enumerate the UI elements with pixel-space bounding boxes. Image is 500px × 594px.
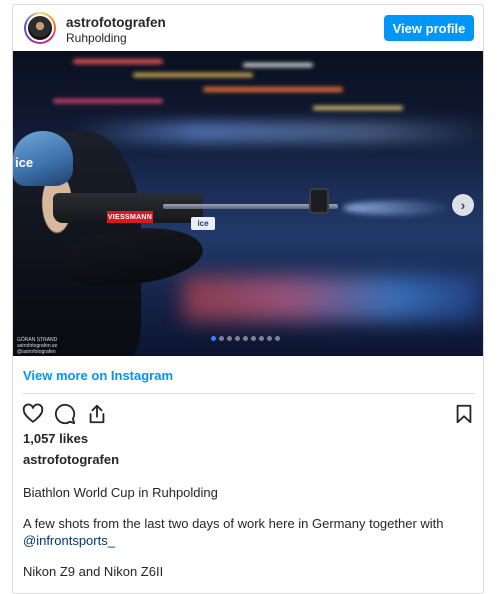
- share-icon: [89, 404, 105, 424]
- location[interactable]: Ruhpolding: [66, 31, 127, 45]
- bokeh-light: [313, 106, 403, 110]
- like-button[interactable]: [21, 402, 45, 426]
- helmet-text: ice: [15, 155, 34, 170]
- bookmark-icon: [456, 404, 472, 424]
- view-profile-button[interactable]: View profile: [384, 15, 474, 41]
- muzzle-smoke: [343, 201, 453, 215]
- avatar-image: [26, 14, 54, 42]
- likes-count[interactable]: 1,057 likes: [23, 431, 88, 446]
- carousel-dot: [227, 336, 232, 341]
- caption-body: A few shots from the last two days of wo…: [23, 516, 444, 531]
- sponsor-logo: VIESSMANN: [107, 211, 153, 223]
- bottom-glow: [183, 276, 483, 321]
- caption-title: Biathlon World Cup in Ruhpolding: [23, 485, 218, 500]
- post-photo[interactable]: ice VIESSMANN ice GÖRAN STRAND astrofoto…: [13, 51, 483, 356]
- caption-username[interactable]: astrofotografen: [23, 452, 119, 467]
- ice-tag: ice: [191, 217, 215, 230]
- carousel-dots: [211, 336, 280, 341]
- chevron-right-icon[interactable]: ›: [452, 194, 474, 216]
- bokeh-light: [53, 99, 163, 103]
- action-bar: [13, 402, 483, 428]
- photo-credit: GÖRAN STRAND astrofotografen.se @astrofo…: [17, 337, 57, 355]
- comment-icon: [54, 403, 76, 425]
- bokeh-light: [73, 59, 163, 64]
- comment-button[interactable]: [53, 402, 77, 426]
- instagram-embed-card: astrofotografen Ruhpolding View profile …: [12, 4, 484, 594]
- bokeh-light: [203, 87, 343, 92]
- carousel-dot: [219, 336, 224, 341]
- post-header: astrofotografen Ruhpolding View profile: [13, 5, 483, 51]
- carousel-dot: [243, 336, 248, 341]
- carousel-dot: [251, 336, 256, 341]
- caption-gear: Nikon Z9 and Nikon Z6II: [23, 564, 164, 579]
- carousel-dot: [275, 336, 280, 341]
- carousel-dot: [235, 336, 240, 341]
- heart-icon: [22, 403, 44, 423]
- view-more-link[interactable]: View more on Instagram: [23, 368, 173, 383]
- username[interactable]: astrofotografen: [66, 15, 166, 30]
- save-button[interactable]: [452, 402, 476, 426]
- carousel-dot: [259, 336, 264, 341]
- bokeh-light: [133, 73, 253, 77]
- divider: [23, 393, 475, 394]
- credit-line: @astrofotografen: [17, 349, 56, 355]
- avatar[interactable]: [24, 12, 56, 44]
- carousel-dot: [211, 336, 216, 341]
- carousel-dot: [267, 336, 272, 341]
- light-beam: [73, 121, 483, 143]
- bokeh-light: [243, 63, 313, 67]
- rifle-sight: [309, 188, 329, 214]
- share-button[interactable]: [85, 402, 109, 426]
- caption-mention[interactable]: @infrontsports_: [23, 532, 473, 549]
